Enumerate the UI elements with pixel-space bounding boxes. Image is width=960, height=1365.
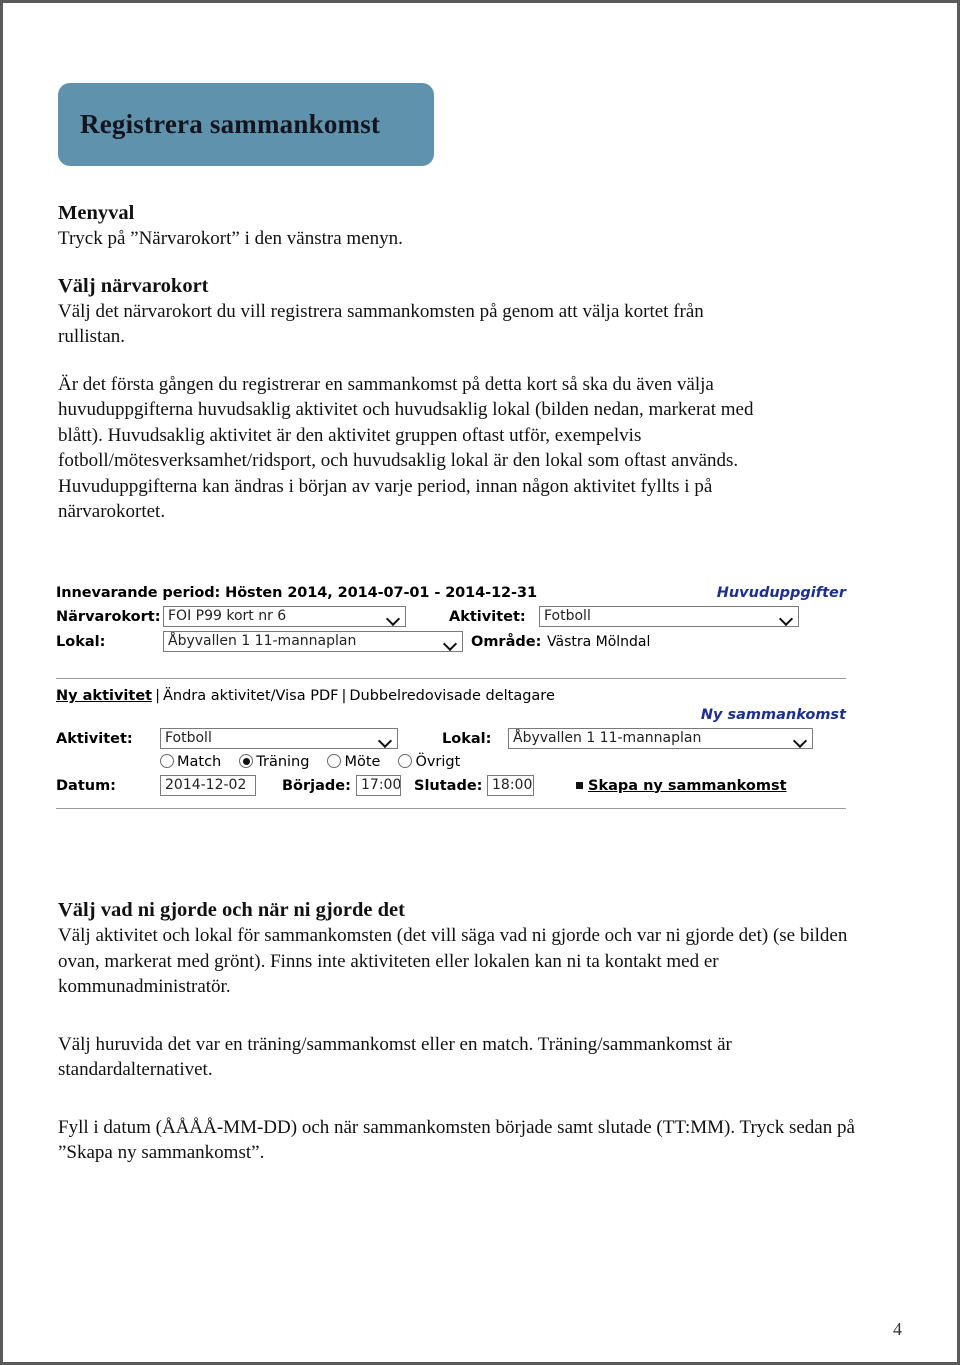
radio-label-traning: Träning (256, 754, 310, 770)
ny-sammankomst-row: Ny sammankomst (56, 707, 846, 723)
radio-label-mote: Möte (344, 754, 381, 770)
aktivitet-select-top[interactable]: Fotboll (539, 606, 799, 627)
page-canvas: Registrera sammankomst Menyval Tryck på … (3, 3, 957, 1362)
embedded-app-screenshot: Innevarande period: Hösten 2014, 2014-07… (56, 585, 846, 809)
datum-time-row: Datum: 2014-12-02 Började: 17:00 Slutade… (56, 775, 846, 796)
divider-bottom (56, 808, 846, 809)
newform-aktivitet-select[interactable]: Fotboll (160, 728, 398, 749)
lokal-omrade-row: Lokal: Åbyvallen 1 11-mannaplan Område: … (56, 631, 846, 652)
huvuduppgifter-link[interactable]: Huvuduppgifter (717, 585, 846, 601)
datum-input[interactable]: 2014-12-02 (160, 775, 256, 796)
omrade-value: Västra Mölndal (547, 633, 651, 650)
section-heading-valj-narvarokort: Välj närvarokort (58, 274, 209, 297)
newform-aktivitet-lokal-row: Aktivitet: Fotboll Lokal: Åbyvallen 1 11… (56, 728, 846, 749)
toolbar-separator-2: | (341, 688, 347, 704)
borjade-input[interactable]: 17:00 (356, 775, 401, 796)
newform-aktivitet-label: Aktivitet: (56, 730, 133, 747)
radio-option-mote[interactable]: Möte (327, 754, 380, 770)
create-sammankomst-button[interactable]: Skapa ny sammankomst (534, 778, 787, 794)
radio-option-ovrigt[interactable]: Övrigt (398, 754, 460, 770)
slutade-input[interactable]: 18:00 (487, 775, 534, 796)
page-title-banner: Registrera sammankomst (58, 83, 434, 166)
toolbar-link-andra-aktivitet[interactable]: Ändra aktivitet/Visa PDF (163, 688, 338, 704)
toolbar-link-dubbelredovisade[interactable]: Dubbelredovisade deltagare (349, 688, 555, 704)
toolbar-separator-1: | (155, 688, 160, 704)
radio-option-traning[interactable]: Träning (239, 754, 309, 770)
closing-heading: Välj vad ni gjorde och när ni gjorde det (58, 899, 405, 921)
toolbar-link-ny-aktivitet[interactable]: Ny aktivitet (56, 688, 152, 704)
newform-lokal-select[interactable]: Åbyvallen 1 11-mannaplan (508, 728, 813, 749)
radio-icon-match[interactable] (160, 754, 174, 768)
create-sammankomst-label: Skapa ny sammankomst (588, 777, 787, 794)
closing-paragraph-1: Välj aktivitet och lokal för sammankomst… (58, 925, 848, 997)
closing-body: Välj vad ni gjorde och när ni gjorde det… (58, 898, 868, 1166)
bullet-square-icon (576, 781, 583, 789)
radio-option-match[interactable]: Match (160, 754, 221, 770)
lokal-label-top: Lokal: (56, 633, 106, 650)
aktivitet-label-top: Aktivitet: (449, 608, 526, 625)
period-row: Innevarande period: Hösten 2014, 2014-07… (56, 585, 846, 601)
document-page: Registrera sammankomst Menyval Tryck på … (0, 0, 960, 1365)
radio-icon-ovrigt[interactable] (398, 754, 413, 768)
intro-paragraph: Är det första gången du registrerar en s… (58, 373, 754, 523)
closing-paragraph-2: Välj huruvida det var en träning/sammank… (58, 1033, 732, 1081)
radio-icon-traning-selected[interactable] (239, 754, 254, 768)
datum-label: Datum: (56, 777, 116, 794)
closing-paragraph-3: Fyll i datum (ÅÅÅÅ-MM-DD) och när samman… (58, 1116, 855, 1164)
activity-toolbar: Ny aktivitet | Ändra aktivitet/Visa PDF … (56, 688, 846, 704)
current-period-label: Innevarande period: Hösten 2014, 2014-07… (56, 585, 537, 601)
document-body: Menyval Tryck på ”Närvarokort” i den vän… (58, 201, 868, 525)
narvarokort-label: Närvarokort: (56, 608, 161, 625)
newform-lokal-label: Lokal: (442, 730, 492, 747)
section-body-valj-narvarokort: Välj det närvarokort du vill registrera … (58, 300, 704, 348)
page-number: 4 (893, 1319, 902, 1339)
narvarokort-select[interactable]: FOI P99 kort nr 6 (163, 606, 406, 627)
radio-label-ovrigt: Övrigt (415, 754, 461, 770)
activity-type-radio-group: Match Träning Möte Övrigt (56, 754, 846, 770)
narvarokort-aktivitet-row: Närvarokort: FOI P99 kort nr 6 Aktivitet… (56, 606, 846, 627)
ny-sammankomst-link[interactable]: Ny sammankomst (701, 707, 846, 723)
radio-icon-mote[interactable] (327, 754, 342, 768)
lokal-select-top[interactable]: Åbyvallen 1 11-mannaplan (163, 631, 463, 652)
page-title: Registrera sammankomst (80, 109, 381, 139)
section-body-menyval: Tryck på ”Närvarokort” i den vänstra men… (58, 228, 403, 249)
omrade-label: Område: (471, 633, 542, 650)
radio-label-match: Match (177, 754, 222, 770)
borjade-label: Började: (282, 777, 351, 794)
slutade-label: Slutade: (414, 777, 483, 794)
section-heading-menyval: Menyval (58, 202, 135, 224)
